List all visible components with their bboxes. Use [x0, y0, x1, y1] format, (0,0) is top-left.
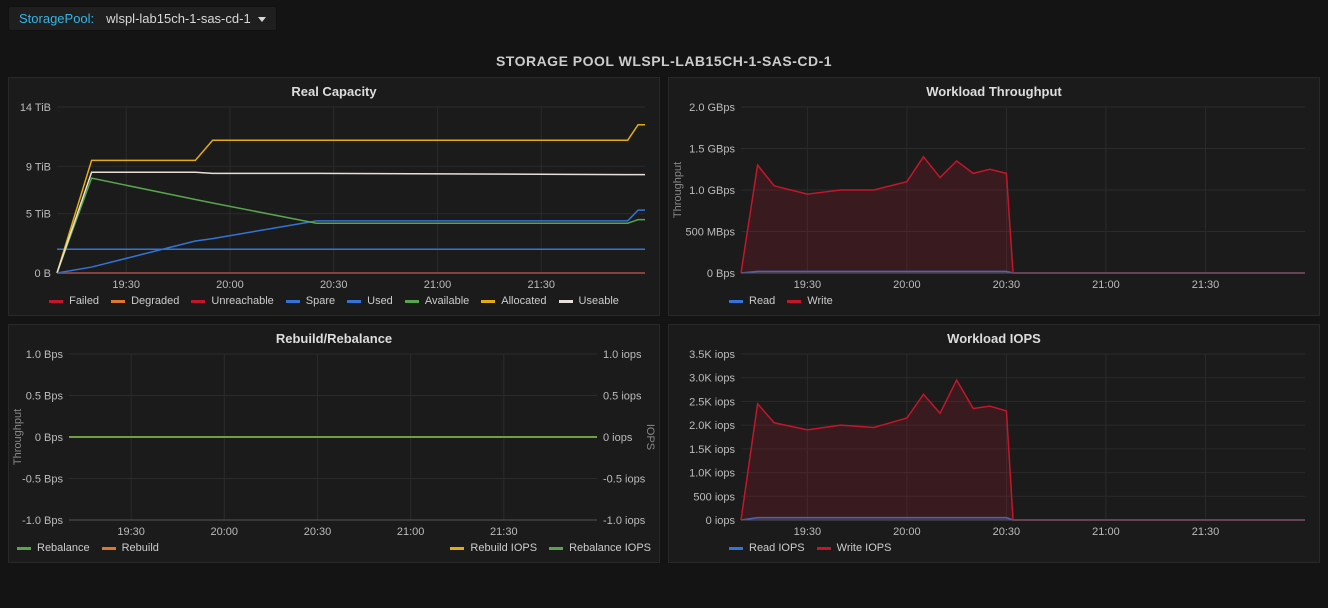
legend-item[interactable]: Read: [729, 295, 775, 307]
svg-text:1.0 GBps: 1.0 GBps: [689, 185, 735, 197]
svg-text:14 TiB: 14 TiB: [20, 102, 51, 114]
svg-text:20:30: 20:30: [304, 526, 332, 538]
panel-title: Workload IOPS: [669, 325, 1319, 348]
svg-text:20:30: 20:30: [993, 279, 1021, 291]
svg-text:20:00: 20:00: [216, 279, 244, 291]
svg-text:1.0 Bps: 1.0 Bps: [26, 349, 64, 361]
svg-text:2.0 GBps: 2.0 GBps: [689, 102, 735, 114]
legend-item[interactable]: Useable: [559, 295, 619, 307]
chart-workload-throughput[interactable]: 0 Bps 500 MBps 1.0 GBps 1.5 GBps 2.0 GBps 19:…: [669, 101, 1319, 291]
svg-text:21:30: 21:30: [527, 279, 555, 291]
legend-item[interactable]: Rebuild: [102, 542, 159, 554]
svg-text:19:30: 19:30: [794, 279, 822, 291]
legend-item[interactable]: Write IOPS: [817, 542, 892, 554]
svg-text:500 MBps: 500 MBps: [685, 227, 735, 239]
chart-real-capacity[interactable]: 0 B 5 TiB 9 TiB 14 TiB 19:30 20:00 20:30 21:00 2…: [9, 101, 659, 291]
legend-workload-iops: Read IOPS Write IOPS: [669, 538, 1319, 562]
svg-text:20:00: 20:00: [211, 526, 239, 538]
svg-text:-1.0 Bps: -1.0 Bps: [22, 515, 63, 527]
variable-selector[interactable]: StoragePool: wlspl-lab15ch-1-sas-cd-1: [8, 6, 277, 31]
svg-text:0 B: 0 B: [34, 268, 51, 280]
svg-text:1.5K iops: 1.5K iops: [689, 444, 735, 456]
legend-item[interactable]: Write: [787, 295, 832, 307]
svg-text:-0.5 Bps: -0.5 Bps: [22, 474, 63, 486]
legend-item[interactable]: Used: [347, 295, 393, 307]
svg-text:IOPS: IOPS: [644, 424, 656, 450]
svg-text:1.0 iops: 1.0 iops: [603, 349, 642, 361]
svg-text:0.5 Bps: 0.5 Bps: [26, 391, 64, 403]
legend-item[interactable]: Unreachable: [191, 295, 273, 307]
legend-item[interactable]: Rebalance: [17, 542, 90, 554]
panel-title: Workload Throughput: [669, 78, 1319, 101]
svg-text:20:30: 20:30: [993, 526, 1021, 538]
dashboard-grid: Real Capacity 0 B 5 TiB 9 TiB 14 TiB 19:30 20…: [0, 77, 1328, 571]
legend-real-capacity: Failed Degraded Unreachable Spare Used Availa…: [9, 291, 659, 315]
variable-label: StoragePool:: [19, 11, 94, 26]
svg-text:21:30: 21:30: [490, 526, 518, 538]
svg-text:0 Bps: 0 Bps: [35, 432, 64, 444]
svg-text:21:00: 21:00: [1092, 279, 1120, 291]
svg-text:Throughput: Throughput: [12, 409, 24, 465]
legend-item[interactable]: Failed: [49, 295, 99, 307]
chart-rebuild-rebalance[interactable]: -1.0 Bps -1.0 iops -0.5 Bps -0.5 iops 0 Bps 0…: [9, 348, 659, 538]
legend-item[interactable]: Rebalance IOPS: [549, 542, 651, 554]
svg-text:21:30: 21:30: [1192, 279, 1220, 291]
legend-item[interactable]: Allocated: [481, 295, 546, 307]
svg-text:19:30: 19:30: [117, 526, 145, 538]
variable-value[interactable]: wlspl-lab15ch-1-sas-cd-1: [106, 11, 266, 26]
panel-real-capacity[interactable]: Real Capacity 0 B 5 TiB 9 TiB 14 TiB 19:30 20…: [8, 77, 660, 316]
page-title: STORAGE POOL WLSPL-LAB15CH-1-SAS-CD-1: [0, 53, 1328, 69]
legend-item[interactable]: Degraded: [111, 295, 179, 307]
chevron-down-icon: [258, 17, 266, 22]
legend-workload-throughput: Read Write: [669, 291, 1319, 315]
svg-text:21:30: 21:30: [1192, 526, 1220, 538]
svg-text:21:00: 21:00: [397, 526, 425, 538]
panel-title: Rebuild/Rebalance: [9, 325, 659, 348]
svg-text:-1.0 iops: -1.0 iops: [603, 515, 646, 527]
svg-text:19:30: 19:30: [112, 279, 140, 291]
svg-text:2.5K iops: 2.5K iops: [689, 396, 735, 408]
svg-text:0 Bps: 0 Bps: [707, 268, 736, 280]
panel-rebuild-rebalance[interactable]: Rebuild/Rebalance -1.0 Bps -1.0 iops -0.5 …: [8, 324, 660, 563]
svg-text:0 iops: 0 iops: [706, 515, 736, 527]
legend-item[interactable]: Available: [405, 295, 469, 307]
svg-text:5 TiB: 5 TiB: [26, 209, 51, 221]
panel-title: Real Capacity: [9, 78, 659, 101]
svg-text:21:00: 21:00: [424, 279, 452, 291]
svg-text:0.5 iops: 0.5 iops: [603, 391, 642, 403]
svg-text:9 TiB: 9 TiB: [26, 161, 51, 173]
svg-text:Throughput: Throughput: [672, 162, 684, 218]
svg-text:20:30: 20:30: [320, 279, 348, 291]
chart-workload-iops[interactable]: 0 iops 500 iops 1.0K iops 1.5K iops 2.0K iop…: [669, 348, 1319, 538]
svg-text:3.5K iops: 3.5K iops: [689, 349, 735, 361]
svg-text:19:30: 19:30: [794, 526, 822, 538]
svg-text:1.5 GBps: 1.5 GBps: [689, 144, 735, 156]
legend-item[interactable]: Rebuild IOPS: [450, 542, 537, 554]
legend-item[interactable]: Spare: [286, 295, 335, 307]
panel-workload-throughput[interactable]: Workload Throughput 0 Bps 500 MBps 1.0 GBp…: [668, 77, 1320, 316]
svg-text:3.0K iops: 3.0K iops: [689, 373, 735, 385]
svg-text:20:00: 20:00: [893, 279, 921, 291]
svg-text:500 iops: 500 iops: [693, 491, 735, 503]
legend-rebuild-rebalance: Rebalance Rebuild Rebuild IOPS Rebalance IO…: [9, 538, 659, 562]
svg-text:1.0K iops: 1.0K iops: [689, 468, 735, 480]
panel-workload-iops[interactable]: Workload IOPS 0 iops 500 iops 1.0K iops 1.5…: [668, 324, 1320, 563]
svg-text:21:00: 21:00: [1092, 526, 1120, 538]
svg-text:2.0K iops: 2.0K iops: [689, 420, 735, 432]
svg-text:20:00: 20:00: [893, 526, 921, 538]
svg-text:0 iops: 0 iops: [603, 432, 633, 444]
svg-text:-0.5 iops: -0.5 iops: [603, 474, 646, 486]
legend-item[interactable]: Read IOPS: [729, 542, 805, 554]
